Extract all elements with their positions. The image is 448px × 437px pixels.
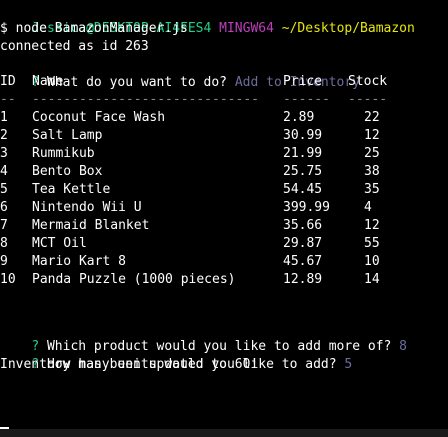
connection-message: connected as id 263 (0, 39, 149, 54)
row-id: 5 (0, 182, 8, 197)
row-price: 29.87 (283, 236, 323, 251)
row-name: Mermaid Blanket (32, 218, 150, 233)
row-stock: 10 (364, 254, 380, 269)
row-id: 1 (0, 110, 8, 125)
row-price: 21.99 (283, 146, 323, 161)
question-answer: 5 (344, 357, 353, 372)
row-id: 7 (0, 218, 8, 233)
row-price: 54.45 (283, 182, 323, 197)
header-name: Name (32, 74, 64, 89)
row-id: 6 (0, 200, 8, 215)
row-name: Panda Puzzle (1000 pieces) (32, 272, 236, 287)
separator-name: ----------------------------- (32, 92, 259, 107)
row-price: 399.99 (283, 200, 330, 215)
question-answer: 8 (399, 339, 407, 354)
separator-price: ------ (283, 92, 330, 107)
separator-id: -- (0, 92, 16, 107)
row-name: Salt Lamp (32, 128, 103, 143)
question-text: What do you want to do? (46, 75, 227, 90)
shell-name: MINGW64 (219, 21, 274, 36)
row-id: 2 (0, 128, 8, 143)
row-stock: 35 (364, 182, 380, 197)
terminal-window[interactable]: Jessica@DESKTOP-AI4FES4 MINGW64 ~/Deskto… (0, 0, 448, 437)
row-name: Tea Kettle (32, 182, 111, 197)
row-stock: 4 (364, 200, 372, 215)
row-price: 2.89 (283, 110, 315, 125)
row-stock: 55 (364, 236, 380, 251)
row-price: 12.89 (283, 272, 323, 287)
separator-stock: ----- (348, 92, 388, 107)
row-price: 25.75 (283, 164, 323, 179)
row-id: 8 (0, 236, 8, 251)
row-stock: 14 (364, 272, 380, 287)
header-stock: Stock (348, 74, 388, 89)
header-price: Price (283, 74, 323, 89)
row-price: 45.67 (283, 254, 323, 269)
shell-prompt-line: Jessica@DESKTOP-AI4FES4 MINGW64 ~/Deskto… (0, 2, 415, 36)
horizontal-scrollbar[interactable] (0, 429, 448, 437)
row-stock: 12 (364, 218, 380, 233)
row-id: 3 (0, 146, 8, 161)
row-stock: 22 (364, 110, 380, 125)
product-question: ? Which product would you like to add mo… (0, 320, 407, 354)
menu-question: ? What do you want to do? Add to Invento… (0, 56, 360, 90)
row-price: 35.66 (283, 218, 323, 233)
row-name: Rummikub (32, 146, 95, 161)
row-name: Nintendo Wii U (32, 200, 142, 215)
header-id: ID (0, 74, 16, 89)
row-stock: 12 (364, 128, 380, 143)
row-name: MCT Oil (32, 236, 87, 251)
row-id: 4 (0, 164, 8, 179)
row-stock: 38 (364, 164, 380, 179)
row-name: Mario Kart 8 (32, 254, 126, 269)
row-name: Bento Box (32, 164, 103, 179)
row-id: 9 (0, 254, 8, 269)
row-stock: 25 (364, 146, 380, 161)
units-question: ? How many units would you like to add? … (0, 338, 352, 372)
row-id: 10 (0, 272, 16, 287)
current-path: ~/Desktop/Bamazon (281, 21, 415, 36)
result-message: Inventory has been updated to 60! (0, 357, 259, 372)
row-price: 30.99 (283, 128, 323, 143)
command-line: $ node BamazonManager.js (0, 21, 188, 36)
row-name: Coconut Face Wash (32, 110, 166, 125)
